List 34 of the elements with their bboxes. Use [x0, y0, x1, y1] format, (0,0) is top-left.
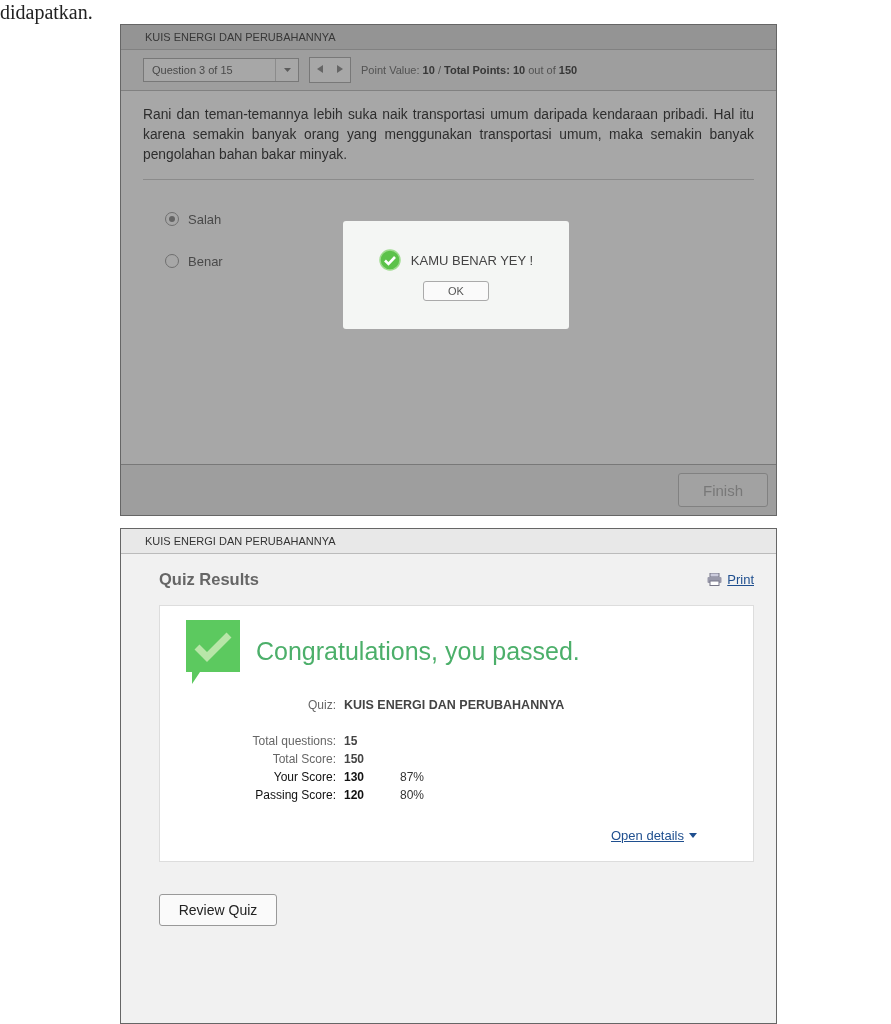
check-circle-icon	[378, 249, 401, 271]
quiz-label: Quiz:	[307, 698, 336, 712]
review-quiz-button[interactable]: Review Quiz	[159, 894, 277, 926]
score-label: Passing Score:	[254, 788, 336, 802]
document-text: didapatkan.	[0, 0, 94, 24]
score-value: 150	[344, 752, 366, 766]
score-percent: 87%	[400, 770, 426, 784]
question-select[interactable]: Question 3 of 15	[143, 58, 299, 82]
congratulations-message: Congratulations, you passed.	[256, 637, 580, 667]
caret-down-icon	[689, 833, 697, 838]
score-label: Total Score:	[271, 752, 336, 766]
results-heading: Quiz Results	[159, 570, 259, 589]
score-label: Total questions:	[251, 734, 336, 748]
radio-button[interactable]	[165, 254, 179, 268]
caret-down-icon	[283, 68, 291, 72]
title-bar: KUIS ENERGI DAN PERUBAHANNYA	[121, 529, 776, 554]
score-value: 130	[344, 770, 366, 784]
question-text: Rani dan teman-temannya lebih suka naik transportasi umum daripada kendaraan pribadi. Hal itu karena semakin banyak orang yang menggunakan transportasi umum, maka semakin banyak pengolahan bahan bakar minyak.	[143, 105, 754, 180]
score-label: Your Score:	[272, 770, 336, 784]
option-label: Salah	[188, 211, 222, 227]
printer-icon	[707, 573, 723, 586]
radio-button[interactable]	[165, 212, 179, 226]
score-percent: 80%	[400, 788, 426, 802]
option-label: Benar	[188, 253, 223, 269]
open-details-link[interactable]: Open details	[611, 828, 697, 843]
score-value: 120	[344, 788, 366, 802]
points-info: Point Value: 10 / Total Points: 10 out of 150	[361, 64, 578, 76]
quiz-name: KUIS ENERGI DAN PERUBAHANNYA	[344, 698, 566, 712]
ok-button[interactable]: OK	[423, 281, 489, 301]
score-value: 15	[344, 734, 359, 748]
print-link[interactable]: Print	[707, 572, 754, 587]
check-speech-bubble-icon	[186, 620, 240, 684]
title-bar: KUIS ENERGI DAN PERUBAHANNYA	[121, 25, 776, 50]
dialog-message: KAMU BENAR YEY !	[410, 252, 534, 268]
